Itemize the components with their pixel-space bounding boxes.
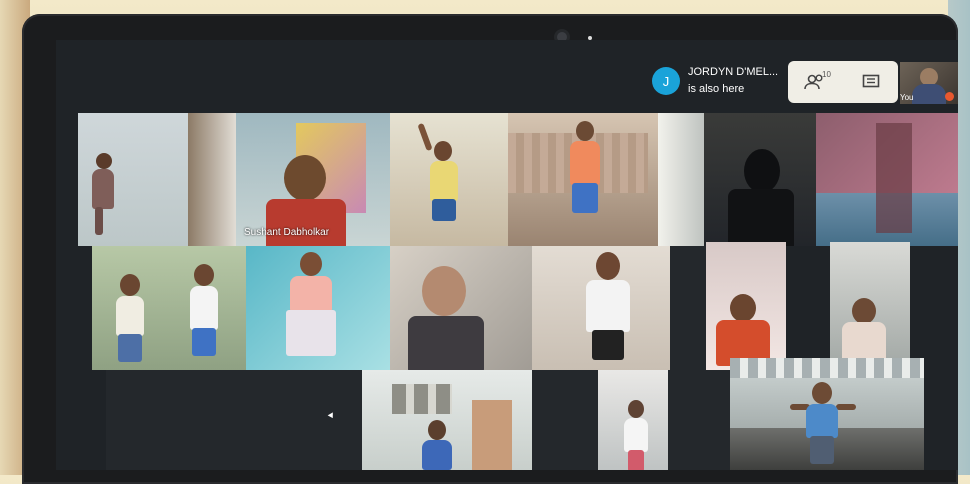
self-body (912, 84, 946, 104)
notification-name: JORDYN D'MEL... (688, 66, 779, 78)
video-tile[interactable] (246, 246, 390, 370)
video-tile[interactable] (532, 246, 670, 370)
video-tile[interactable] (704, 113, 816, 246)
video-tile[interactable] (362, 370, 532, 470)
video-tile[interactable] (390, 113, 508, 246)
video-tile-empty[interactable] (532, 370, 598, 470)
video-tile[interactable]: Sushant Dabholkar (236, 113, 390, 246)
chat-button[interactable] (844, 61, 898, 103)
video-tile[interactable] (508, 113, 704, 246)
self-label: You (900, 93, 914, 102)
participants-button[interactable]: 10 (788, 61, 844, 103)
video-tile-empty[interactable] (106, 370, 362, 470)
notification-message: is also here (688, 83, 745, 95)
tile-name-label: Sushant Dabholkar (244, 227, 330, 238)
video-tile[interactable] (78, 113, 236, 246)
video-tile-empty[interactable] (668, 370, 730, 470)
self-status-dot (945, 92, 954, 101)
video-tile[interactable] (830, 242, 910, 370)
video-tile[interactable] (730, 358, 924, 470)
participants-count: 10 (822, 70, 831, 79)
video-tile[interactable] (706, 242, 786, 370)
meeting-top-bar: J JORDYN D'MEL... is also here 10 You (56, 40, 958, 115)
video-tile[interactable] (598, 370, 668, 470)
video-tile[interactable] (390, 246, 532, 370)
meeting-screen: J JORDYN D'MEL... is also here 10 You Su… (56, 40, 958, 470)
notification-avatar: J (652, 67, 680, 95)
self-view-tile[interactable]: You (900, 62, 958, 104)
video-tile[interactable] (816, 113, 958, 246)
video-tile[interactable] (92, 246, 246, 370)
chat-icon (862, 74, 880, 90)
